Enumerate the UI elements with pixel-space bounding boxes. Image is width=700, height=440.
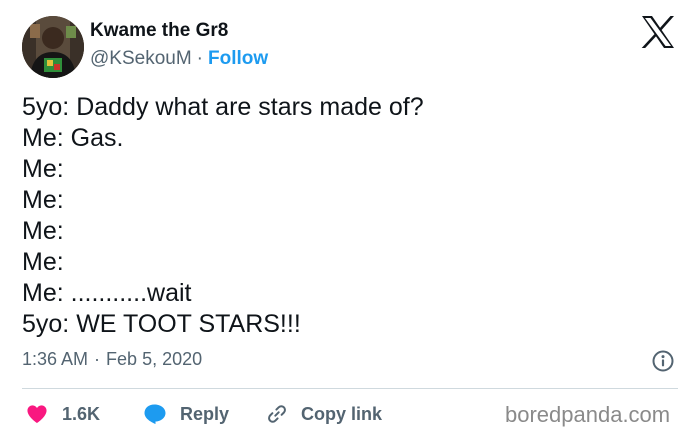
tweet-line: 5yo: WE TOOT STARS!!! bbox=[22, 310, 301, 338]
follow-link[interactable]: Follow bbox=[208, 48, 268, 69]
tweet-text: 5yo: Daddy what are stars made of? Me: G… bbox=[22, 92, 662, 340]
tweet-line: Me: bbox=[22, 217, 64, 245]
divider bbox=[22, 388, 678, 389]
info-icon[interactable] bbox=[652, 350, 674, 372]
tweet-timestamp[interactable]: 1:36 AM · Feb 5, 2020 bbox=[22, 349, 202, 370]
reply-button[interactable]: Reply bbox=[143, 400, 229, 428]
heart-icon bbox=[26, 404, 48, 424]
tweet-line: Me: bbox=[22, 155, 64, 183]
copy-link-button[interactable]: Copy link bbox=[266, 400, 382, 428]
tweet-time: 1:36 AM bbox=[22, 349, 89, 369]
handle-separator: · bbox=[196, 48, 203, 69]
tweet-line: Me: ...........wait bbox=[22, 279, 192, 307]
speech-bubble-icon bbox=[143, 403, 167, 425]
tweet-date: Feb 5, 2020 bbox=[106, 349, 203, 369]
tweet-line: Me: bbox=[22, 248, 64, 276]
avatar[interactable] bbox=[22, 16, 84, 78]
timestamp-separator: · bbox=[94, 349, 101, 369]
author-handle-row: @KSekouM · Follow bbox=[90, 48, 268, 70]
tweet-line: Me: Gas. bbox=[22, 124, 124, 152]
watermark: boredpanda.com bbox=[505, 402, 671, 427]
tweet-line: Me: bbox=[22, 186, 64, 214]
like-button[interactable]: 1.6K bbox=[26, 400, 100, 428]
reply-label: Reply bbox=[180, 403, 230, 424]
link-icon bbox=[266, 403, 288, 425]
tweet-card: Kwame the Gr8 @KSekouM · Follow 5yo: Daddy… bbox=[0, 0, 700, 440]
author-handle[interactable]: @KSekouM bbox=[90, 48, 192, 69]
avatar-photo bbox=[22, 16, 84, 78]
copy-link-label: Copy link bbox=[301, 403, 383, 424]
tweet-line: 5yo: Daddy what are stars made of? bbox=[22, 93, 424, 121]
author-display-name[interactable]: Kwame the Gr8 bbox=[90, 20, 228, 42]
x-logo-icon[interactable] bbox=[640, 15, 676, 49]
like-count: 1.6K bbox=[62, 403, 101, 424]
